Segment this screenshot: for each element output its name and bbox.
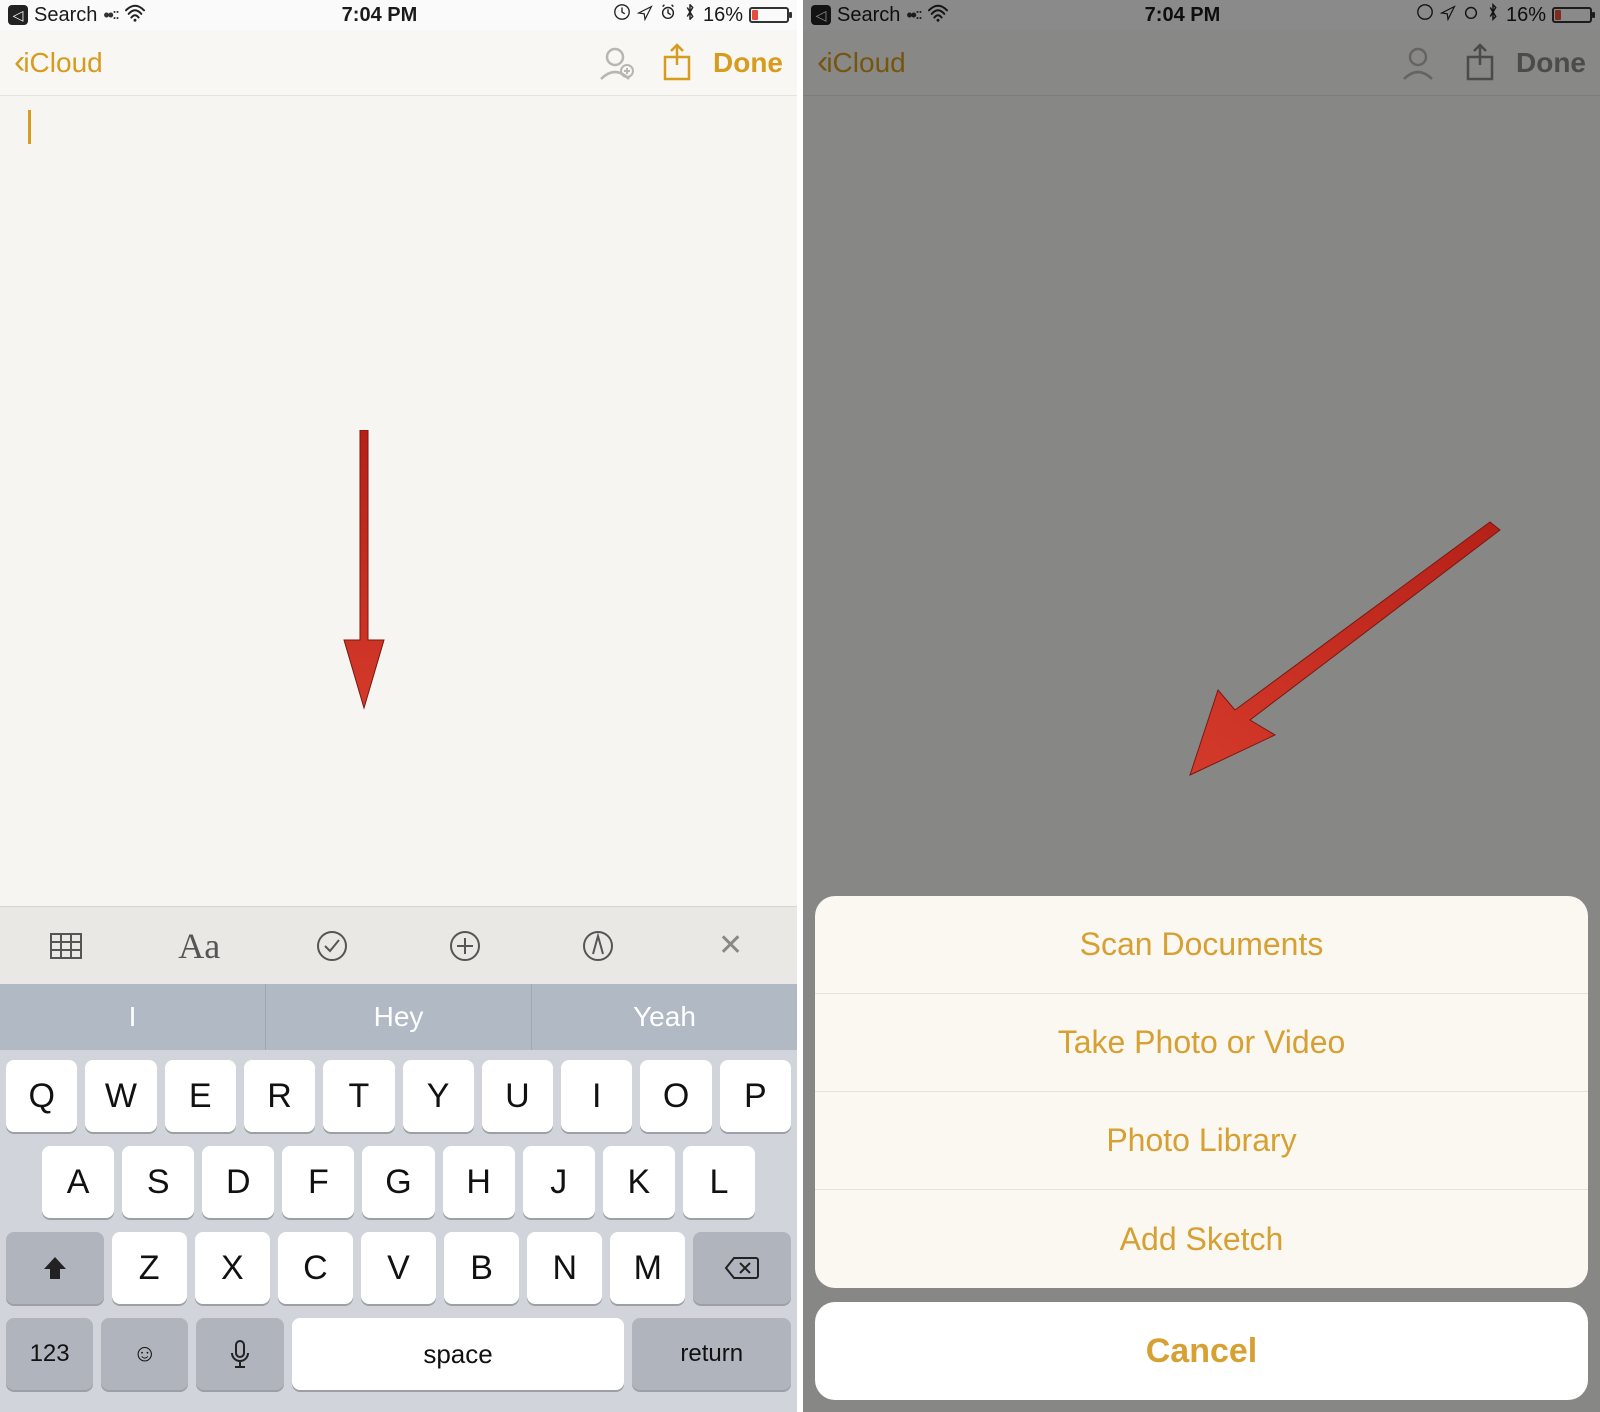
key-i[interactable]: I [561,1060,632,1132]
key-numbers[interactable]: 123 [6,1318,93,1390]
key-dictation[interactable] [196,1318,283,1390]
dismiss-keyboard-icon[interactable]: ✕ [701,916,761,976]
back-to-app-icon[interactable]: ◁ [8,5,28,25]
key-k[interactable]: K [603,1146,675,1218]
bluetooth-icon [683,2,697,28]
text-cursor [28,110,31,144]
share-icon[interactable] [653,39,701,87]
key-row-2: A S D F G H J K L [6,1146,791,1218]
add-attachment-icon[interactable] [435,916,495,976]
cellular-signal-icon: ••꞉꞉ [103,5,118,26]
sheet-scan-documents[interactable]: Scan Documents [815,896,1588,994]
back-to-app-icon: ◁ [811,5,831,25]
back-button[interactable]: ‹ iCloud [14,43,103,82]
suggestion-1[interactable]: I [0,984,266,1050]
key-return[interactable]: return [632,1318,791,1390]
key-d[interactable]: D [202,1146,274,1218]
key-h[interactable]: H [443,1146,515,1218]
location-icon [637,4,653,27]
key-emoji[interactable]: ☺ [101,1318,188,1390]
key-z[interactable]: Z [112,1232,187,1304]
key-space[interactable]: space [292,1318,625,1390]
key-n[interactable]: N [527,1232,602,1304]
key-s[interactable]: S [122,1146,194,1218]
table-icon[interactable] [36,916,96,976]
key-t[interactable]: T [323,1060,394,1132]
key-x[interactable]: X [195,1232,270,1304]
battery-percent: 16% [703,4,743,27]
suggestion-3[interactable]: Yeah [532,984,797,1050]
rotation-lock-icon [613,3,631,27]
keyboard: Q W E R T Y U I O P A S D F G H J K L Z [0,1050,797,1412]
action-sheet: Scan Documents Take Photo or Video Photo… [803,884,1600,1412]
key-y[interactable]: Y [403,1060,474,1132]
markup-icon[interactable] [568,916,628,976]
key-g[interactable]: G [362,1146,434,1218]
key-w[interactable]: W [85,1060,156,1132]
key-v[interactable]: V [361,1232,436,1304]
suggestion-2[interactable]: Hey [266,984,532,1050]
key-backspace[interactable] [693,1232,791,1304]
status-search-label[interactable]: Search [34,4,97,27]
key-b[interactable]: B [444,1232,519,1304]
back-label: iCloud [23,47,102,79]
key-f[interactable]: F [282,1146,354,1218]
phone-screen-right: ◁ Search ••꞉꞉ 7:04 PM 16% ‹iCloud Done [803,0,1600,1412]
key-l[interactable]: L [683,1146,755,1218]
checklist-icon[interactable] [302,916,362,976]
phone-screen-left: ◁ Search ••꞉꞉ 7:04 PM 16% [0,0,797,1412]
sheet-photo-library[interactable]: Photo Library [815,1092,1588,1190]
key-j[interactable]: J [523,1146,595,1218]
note-editor[interactable] [0,96,797,906]
wifi-icon [124,4,146,27]
keyboard-toolbar: Aa ✕ [0,906,797,984]
battery-icon [749,7,789,23]
key-o[interactable]: O [640,1060,711,1132]
add-person-icon[interactable] [593,39,641,87]
nav-bar: ‹ iCloud Done [0,30,797,96]
key-r[interactable]: R [244,1060,315,1132]
sheet-cancel-button[interactable]: Cancel [815,1302,1588,1400]
action-sheet-group: Scan Documents Take Photo or Video Photo… [815,896,1588,1288]
text-format-icon[interactable]: Aa [169,916,229,976]
key-row-4: 123 ☺ space return [6,1318,791,1390]
key-m[interactable]: M [610,1232,685,1304]
key-shift[interactable] [6,1232,104,1304]
key-u[interactable]: U [482,1060,553,1132]
status-time: 7:04 PM [342,4,418,27]
sheet-add-sketch[interactable]: Add Sketch [815,1190,1588,1288]
suggestion-bar: I Hey Yeah [0,984,797,1050]
key-e[interactable]: E [165,1060,236,1132]
key-a[interactable]: A [42,1146,114,1218]
key-c[interactable]: C [278,1232,353,1304]
done-button[interactable]: Done [713,47,783,79]
sheet-take-photo-video[interactable]: Take Photo or Video [815,994,1588,1092]
key-row-1: Q W E R T Y U I O P [6,1060,791,1132]
key-row-3: Z X C V B N M [6,1232,791,1304]
status-bar: ◁ Search ••꞉꞉ 7:04 PM 16% [0,0,797,30]
key-p[interactable]: P [720,1060,791,1132]
alarm-icon [659,3,677,27]
key-q[interactable]: Q [6,1060,77,1132]
